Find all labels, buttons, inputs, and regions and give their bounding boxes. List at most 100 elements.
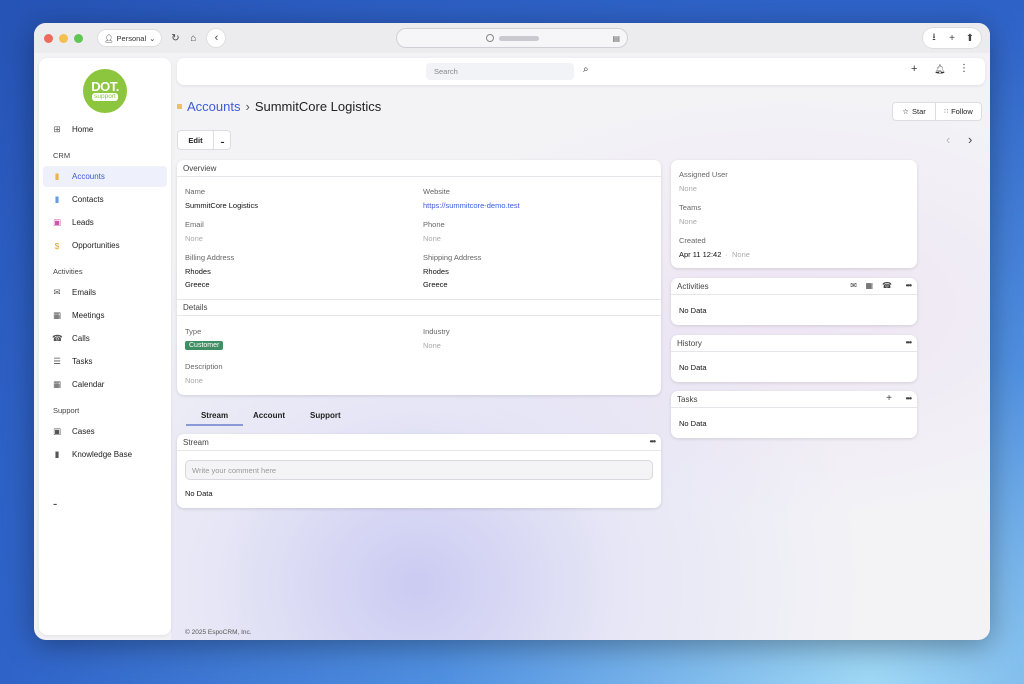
breadcrumb-separator: › (245, 99, 250, 114)
shipping-country: Greece (423, 280, 448, 289)
envelope-icon[interactable]: ✉ (850, 281, 857, 290)
search-icon[interactable]: ⌕ (583, 64, 589, 75)
share-icon[interactable]: ⬆︎ (961, 29, 979, 47)
comment-input[interactable]: Write your comment here (185, 460, 653, 480)
download-icon[interactable]: ⭳ (925, 29, 943, 47)
tasks-icon: ☰ (53, 356, 61, 366)
star-button[interactable]: ☆ Star (892, 102, 936, 121)
overview-header: Overview (177, 160, 661, 177)
activities-header: Activities ✉ ▦ ☎ ••• (671, 278, 917, 295)
name-value: SummitCore Logistics (185, 201, 258, 210)
profile-switcher[interactable]: 👤︎ Personal ⌄ (97, 29, 163, 47)
phone-label: Phone (423, 220, 445, 229)
sidebar: DOT. support ⊞ Home CRM ▮ Accounts ▮ Con… (39, 58, 171, 635)
phone-icon[interactable]: ☎ (882, 281, 892, 290)
tasks-title: Tasks (677, 394, 698, 404)
plus-icon[interactable]: + (886, 393, 892, 404)
tasks-header: Tasks + ••• (671, 391, 917, 408)
sidebar-item-meetings[interactable]: ▦ Meetings (43, 305, 167, 326)
sidebar-item-label: Knowledge Base (72, 450, 133, 459)
page-title: SummitCore Logistics (254, 99, 382, 114)
star-icon: ☆ (902, 107, 909, 116)
address-bar[interactable]: ▤ (396, 28, 628, 48)
reader-icon[interactable]: ▤ (612, 34, 620, 43)
created-separator: · (725, 250, 728, 259)
sidebar-item-label: Contacts (72, 195, 104, 204)
chevron-down-icon: ⌄ (149, 33, 156, 43)
zoom-window-button[interactable] (74, 33, 83, 43)
name-label: Name (185, 187, 206, 196)
minimize-window-button[interactable] (59, 33, 68, 43)
sidebar-item-calendar[interactable]: ▦ Calendar (43, 374, 167, 395)
type-label: Type (185, 327, 202, 336)
sidebar-item-home[interactable]: ⊞ Home (43, 119, 167, 140)
close-window-button[interactable] (44, 33, 53, 43)
activities-title: Activities (677, 281, 709, 291)
edit-button[interactable]: Edit (177, 130, 214, 150)
tab-account[interactable]: Account (253, 411, 285, 420)
stream-menu-button[interactable]: ••• (650, 437, 656, 446)
sidebar-item-tasks[interactable]: ☰ Tasks (43, 351, 167, 372)
chevron-left-icon: ‹ (214, 32, 219, 44)
new-tab-icon[interactable]: + (943, 29, 961, 47)
shipping-city: Rhodes (423, 267, 449, 276)
industry-value: None (423, 341, 441, 350)
sidebar-item-label: Meetings (72, 311, 105, 320)
history-menu-button[interactable]: ••• (906, 338, 912, 347)
bell-icon[interactable]: 🔔︎ (934, 64, 945, 75)
sidebar-item-label: Tasks (72, 357, 93, 366)
billing-city: Rhodes (185, 267, 211, 276)
sidebar-item-calls[interactable]: ☎ Calls (43, 328, 167, 349)
teams-label: Teams (679, 203, 702, 212)
profile-label: Personal (116, 33, 147, 43)
follow-button[interactable]: ∷ Follow (935, 102, 982, 121)
calendar-icon: ▦ (52, 379, 62, 389)
tasks-menu-button[interactable]: ••• (906, 394, 912, 403)
vertical-dots-icon[interactable]: ⋮ (959, 63, 969, 74)
sidebar-item-knowledge-base[interactable]: ▮ Knowledge Base (43, 444, 167, 465)
type-badge: Customer (185, 341, 224, 350)
logo-text: DOT. (91, 79, 119, 94)
briefcase-icon: ▣ (52, 426, 62, 436)
sidebar-item-label: Leads (72, 218, 94, 227)
email-value: None (185, 234, 203, 243)
plus-icon[interactable]: + (911, 63, 917, 75)
sidebar-item-accounts[interactable]: ▮ Accounts (43, 166, 167, 187)
calendar-check-icon: ▦ (52, 310, 62, 320)
star-label: Star (911, 107, 926, 116)
tab-stream[interactable]: Stream (186, 411, 243, 426)
sidebar-item-emails[interactable]: ✉ Emails (43, 282, 167, 303)
tasks-empty-text: No Data (679, 419, 707, 428)
stream-panel: Stream ••• Write your comment here No Da… (177, 434, 661, 508)
tab-support[interactable]: Support (310, 411, 341, 420)
stream-header: Stream ••• (177, 434, 661, 451)
chevron-right-icon[interactable]: › (968, 132, 972, 147)
calendar-icon[interactable]: ▦ (865, 281, 873, 290)
bookmark-icon: ▮ (54, 171, 60, 181)
sidebar-item-label: Cases (72, 427, 95, 436)
chevron-left-icon[interactable]: ‹ (946, 132, 950, 147)
more-actions-button[interactable]: ... (213, 130, 231, 150)
book-icon: ▮ (54, 449, 60, 459)
person-icon: 👤︎ (104, 33, 114, 43)
created-label: Created (679, 236, 706, 245)
reload-icon[interactable]: ↻ (166, 29, 184, 47)
search-input[interactable]: Search (426, 63, 574, 80)
sidebar-item-opportunities[interactable]: $ Opportunities (43, 235, 167, 256)
stream-empty-text: No Data (185, 489, 213, 498)
sidebar-item-cases[interactable]: ▣ Cases (43, 421, 167, 442)
tasks-panel: Tasks + ••• No Data (671, 391, 917, 438)
activities-menu-button[interactable]: ••• (906, 281, 912, 290)
sidebar-item-label: Calendar (72, 380, 105, 389)
sidebar-more-button[interactable]: ... (53, 498, 57, 507)
app-logo[interactable]: DOT. support (83, 69, 127, 113)
sidebar-item-contacts[interactable]: ▮ Contacts (43, 189, 167, 210)
website-link[interactable]: https://summitcore-demo.test (423, 201, 520, 210)
phone-icon: ☎ (52, 333, 63, 343)
sidebar-item-leads[interactable]: ▣ Leads (43, 212, 167, 233)
breadcrumb-accounts-link[interactable]: Accounts (187, 99, 240, 114)
home-icon[interactable]: ⌂ (184, 29, 202, 47)
billing-address-label: Billing Address (185, 253, 235, 262)
envelope-icon: ✉ (53, 287, 61, 297)
back-button[interactable]: ‹ (206, 28, 227, 48)
